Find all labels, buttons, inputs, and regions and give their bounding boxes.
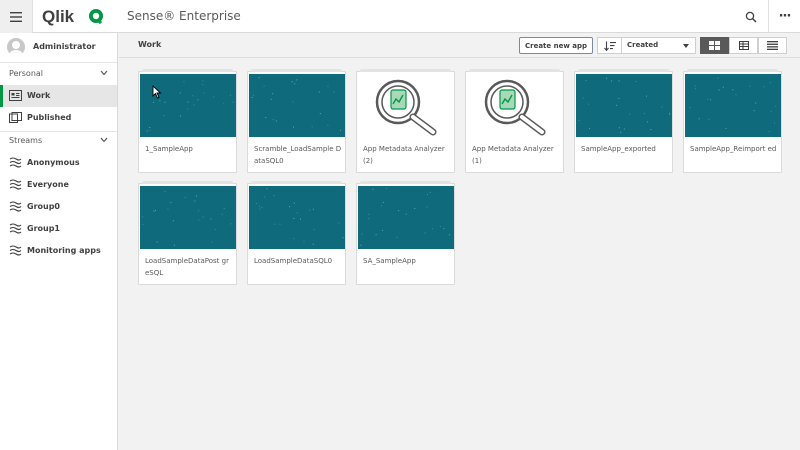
app-name: LoadSampleDataPost greSQL <box>145 257 229 277</box>
table-view-icon <box>738 41 749 50</box>
more-button[interactable]: ··· <box>768 0 800 33</box>
sidebar-item-label: Work <box>27 91 51 100</box>
work-icon <box>9 90 22 101</box>
sidebar-item-label: Group1 <box>27 224 60 233</box>
app-name: 1_SampleApp <box>145 145 193 153</box>
app-card[interactable]: SampleApp_exported <box>574 69 673 173</box>
app-name: SampleApp_exported <box>581 145 656 153</box>
sidebar-item-everyone[interactable]: Everyone <box>0 174 117 196</box>
content-toolbar: Work Create new app Created <box>119 33 800 58</box>
stream-icon <box>9 245 22 256</box>
app-thumbnail <box>576 74 672 137</box>
app-thumbnail <box>685 74 781 137</box>
streams-section-header[interactable]: Streams <box>0 132 117 152</box>
app-thumbnail <box>140 74 236 137</box>
svg-text:Qlik: Qlik <box>42 7 75 26</box>
app-card[interactable]: LoadSampleDataPost greSQL <box>138 181 237 285</box>
search-button[interactable] <box>740 6 762 28</box>
app-thumbnail <box>140 186 236 249</box>
top-bar: Qlik Sense® Enterprise ··· <box>0 0 800 33</box>
app-thumbnail <box>249 74 345 137</box>
sort-icon <box>603 41 616 51</box>
app-thumbnail <box>249 186 345 249</box>
app-name: Scramble_LoadSample DataSQL0 <box>254 145 342 165</box>
mouse-cursor-icon <box>152 85 162 99</box>
app-card[interactable]: SampleApp_Reimport ed <box>683 69 782 173</box>
magnifier-icon <box>375 79 437 136</box>
sidebar-item-published[interactable]: Published <box>0 107 117 129</box>
grid-view-icon <box>709 41 720 50</box>
app-name: SampleApp_Reimport ed <box>690 145 777 153</box>
personal-section-label: Personal <box>9 69 44 78</box>
hamburger-menu-button[interactable] <box>0 0 33 33</box>
personal-section-header[interactable]: Personal <box>0 65 117 85</box>
app-title: Sense® Enterprise <box>127 9 241 23</box>
stream-icon <box>9 179 22 190</box>
stream-icon <box>9 223 22 234</box>
search-icon <box>745 11 757 23</box>
username: Administrator <box>33 42 96 51</box>
sidebar-item-anonymous[interactable]: Anonymous <box>0 152 117 174</box>
sidebar-item-label: Anonymous <box>27 158 80 167</box>
hamburger-icon <box>10 11 22 22</box>
sidebar-item-label: Group0 <box>27 202 60 211</box>
app-name: SA_SampleApp <box>363 257 416 265</box>
app-card[interactable]: Scramble_LoadSample DataSQL0 <box>247 69 346 173</box>
sidebar-item-work[interactable]: Work <box>0 85 117 107</box>
app-name: App Metadata Analyzer(1) <box>472 145 554 165</box>
sidebar-item-label: Everyone <box>27 180 69 189</box>
sort-dropdown[interactable]: Created <box>621 37 696 54</box>
sidebar-item-group1[interactable]: Group1 <box>0 218 117 240</box>
chevron-down-icon <box>100 70 108 76</box>
grid-view-button[interactable] <box>700 37 729 54</box>
app-thumbnail <box>358 74 454 137</box>
stream-icon <box>9 201 22 212</box>
sidebar-item-group0[interactable]: Group0 <box>0 196 117 218</box>
sidebar-item-label: Published <box>27 113 72 122</box>
list-view-button[interactable] <box>758 37 787 54</box>
app-card[interactable]: App Metadata Analyzer(1) <box>465 69 564 173</box>
stream-icon <box>9 157 22 168</box>
create-new-app-button[interactable]: Create new app <box>519 37 593 54</box>
chevron-down-icon <box>683 44 689 48</box>
more-icon: ··· <box>778 9 792 24</box>
sidebar-item-monitoring-apps[interactable]: Monitoring apps <box>0 240 117 262</box>
sort-dropdown-value: Created <box>627 41 659 49</box>
app-card[interactable]: App Metadata Analyzer(2) <box>356 69 455 173</box>
page-title: Work <box>138 40 162 49</box>
app-card[interactable]: LoadSampleDataSQL0 <box>247 181 346 285</box>
streams-section-label: Streams <box>9 136 43 145</box>
sidebar-item-label: Monitoring apps <box>27 246 101 255</box>
sort-order-button[interactable] <box>597 37 621 54</box>
app-thumbnail <box>467 74 563 137</box>
app-name: LoadSampleDataSQL0 <box>254 257 333 265</box>
app-thumbnail <box>358 186 454 249</box>
user-profile[interactable]: Administrator <box>0 33 117 63</box>
app-name: App Metadata Analyzer(2) <box>363 145 445 165</box>
magnifier-icon <box>484 79 546 136</box>
app-card[interactable]: SA_SampleApp <box>356 181 455 285</box>
qlik-logo[interactable]: Qlik <box>42 7 106 26</box>
chevron-down-icon <box>100 137 108 143</box>
table-view-button[interactable] <box>729 37 758 54</box>
list-view-icon <box>767 41 778 50</box>
sidebar: Administrator Personal Work Published St… <box>0 33 118 450</box>
user-avatar-icon <box>7 38 25 56</box>
published-icon <box>9 112 22 123</box>
